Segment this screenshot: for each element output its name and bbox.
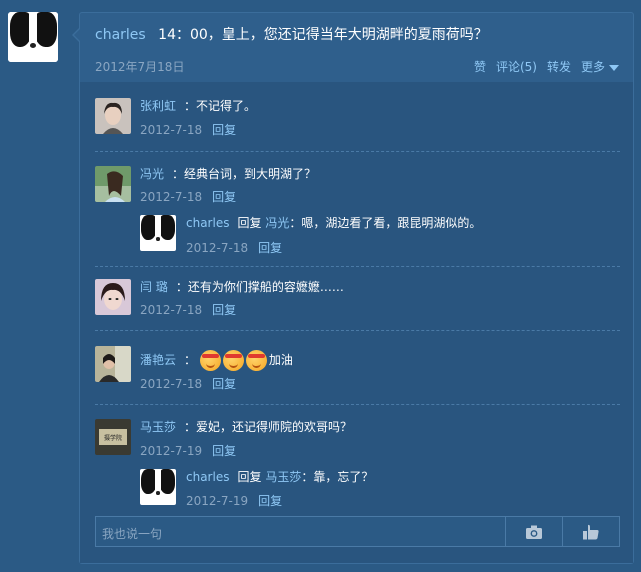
reply-word: 回复 bbox=[237, 470, 262, 484]
comment-text: ：嗯，湖边看了看，跟昆明湖似的。 bbox=[289, 216, 482, 230]
chevron-down-icon bbox=[609, 64, 619, 71]
forward-button[interactable]: 转发 bbox=[547, 58, 571, 75]
commenter-avatar[interactable] bbox=[95, 346, 131, 382]
commenter-name[interactable]: charles bbox=[186, 216, 229, 230]
comment-date: 2012-7-18 bbox=[140, 303, 203, 317]
post-actions: 赞 评论(5) 转发 更多 bbox=[474, 58, 619, 75]
comment-date: 2012-7-18 bbox=[140, 377, 203, 391]
reply-link[interactable]: 回复 bbox=[212, 123, 236, 137]
like-button[interactable]: 赞 bbox=[474, 58, 486, 75]
commenter-name[interactable]: 冯光 bbox=[140, 167, 164, 181]
reply-link[interactable]: 回复 bbox=[212, 444, 236, 458]
commenter-name[interactable]: charles bbox=[186, 470, 229, 484]
commenter-avatar[interactable] bbox=[95, 98, 131, 134]
camera-icon bbox=[526, 525, 542, 539]
avatar-sign-text: 摄学院 bbox=[104, 434, 122, 442]
reply-link[interactable]: 回复 bbox=[212, 377, 236, 391]
commenter-avatar[interactable] bbox=[140, 215, 176, 251]
comment-button[interactable]: 评论(5) bbox=[496, 58, 537, 75]
comment-text: ：还有为你们撑船的容嬷嬷…… bbox=[175, 280, 344, 294]
comment-date: 2012-7-18 bbox=[186, 241, 249, 255]
reply-item: charles 回复 冯光：嗯，湖边看了看，跟昆明湖似的。 bbox=[186, 214, 481, 231]
more-button[interactable]: 更多 bbox=[581, 58, 619, 75]
commenter-avatar[interactable] bbox=[95, 279, 131, 315]
angry-face-emoji-icon bbox=[245, 350, 267, 371]
post-author[interactable]: charles bbox=[95, 27, 146, 43]
comment-date: 2012-7-18 bbox=[140, 123, 203, 137]
camera-button[interactable] bbox=[505, 517, 562, 546]
poster-avatar[interactable] bbox=[8, 12, 58, 62]
post-date[interactable]: 2012年7月18日 bbox=[95, 58, 184, 75]
comment-input[interactable]: 我也说一句 bbox=[96, 517, 505, 546]
reply-target[interactable]: 马玉莎 bbox=[265, 470, 301, 484]
comment-date: 2012-7-19 bbox=[186, 494, 249, 508]
comment-text: ：不记得了。 bbox=[184, 99, 257, 113]
post-text: 14：00，皇上，您还记得当年大明湖畔的夏雨荷吗？ bbox=[158, 27, 488, 43]
reply-link[interactable]: 回复 bbox=[212, 190, 236, 204]
thumbs-up-icon bbox=[583, 524, 599, 539]
angry-face-emoji-icon bbox=[222, 350, 244, 371]
comment-date: 2012-7-19 bbox=[140, 444, 203, 458]
reply-word: 回复 bbox=[237, 216, 262, 230]
commenter-avatar[interactable]: 摄学院 bbox=[95, 419, 131, 455]
reply-item: charles 回复 马玉莎：靠，忘了？ bbox=[186, 468, 373, 485]
commenter-name[interactable]: 马玉莎 bbox=[140, 420, 176, 434]
comment-text-prefix: ： bbox=[184, 353, 197, 367]
divider bbox=[95, 330, 620, 331]
reply-link[interactable]: 回复 bbox=[212, 303, 236, 317]
comment-text: ：经典台词，到大明湖了？ bbox=[172, 167, 317, 181]
reply-target[interactable]: 冯光 bbox=[265, 216, 289, 230]
comment-date: 2012-7-18 bbox=[140, 190, 203, 204]
divider bbox=[95, 404, 620, 405]
commenter-name[interactable]: 闫 璐 bbox=[140, 280, 168, 294]
commenter-avatar[interactable] bbox=[95, 166, 131, 202]
comment-input-box: 我也说一句 bbox=[95, 516, 620, 547]
commenter-name[interactable]: 张利虹 bbox=[140, 99, 176, 113]
reply-link[interactable]: 回复 bbox=[258, 494, 282, 508]
commenter-name[interactable]: 潘艳云 bbox=[140, 353, 176, 367]
comment-text: ：爱妃，还记得师院的欢哥吗？ bbox=[184, 420, 353, 434]
angry-face-emoji-icon bbox=[199, 350, 221, 371]
divider bbox=[95, 151, 620, 152]
thumbs-up-button[interactable] bbox=[562, 517, 619, 546]
post-header: charles 14：00，皇上，您还记得当年大明湖畔的夏雨荷吗？ bbox=[95, 24, 488, 44]
divider bbox=[95, 266, 620, 267]
reply-link[interactable]: 回复 bbox=[258, 241, 282, 255]
comment-text-suffix: 加油 bbox=[268, 353, 293, 367]
commenter-avatar[interactable] bbox=[140, 469, 176, 505]
comment-text: ：靠，忘了？ bbox=[301, 470, 374, 484]
